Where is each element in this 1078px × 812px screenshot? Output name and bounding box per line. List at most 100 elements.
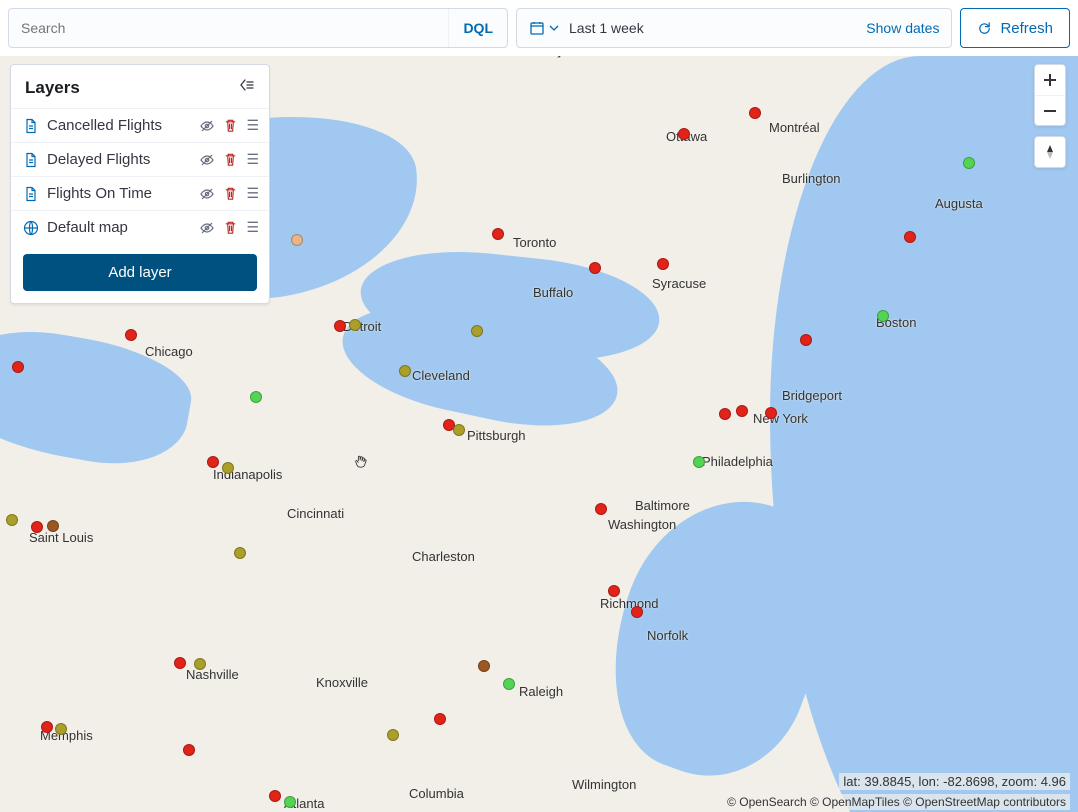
flight-marker[interactable] — [595, 503, 607, 515]
flight-marker[interactable] — [6, 514, 18, 526]
top-bar: DQL Last 1 week Show dates Refresh — [8, 8, 1070, 48]
flight-marker[interactable] — [234, 547, 246, 559]
visibility-toggle-icon[interactable] — [199, 186, 215, 202]
city-label: Nashville — [186, 667, 239, 682]
flight-marker[interactable] — [55, 723, 67, 735]
drag-handle-icon[interactable]: ☰ — [246, 185, 257, 202]
flight-marker[interactable] — [31, 521, 43, 533]
layer-name[interactable]: Delayed Flights — [47, 151, 191, 168]
date-range-picker[interactable]: Last 1 week Show dates — [516, 8, 952, 48]
flight-marker[interactable] — [749, 107, 761, 119]
flight-marker[interactable] — [589, 262, 601, 274]
delete-layer-icon[interactable] — [223, 186, 238, 201]
visibility-toggle-icon[interactable] — [199, 220, 215, 236]
flight-marker[interactable] — [47, 520, 59, 532]
delete-layer-icon[interactable] — [223, 118, 238, 133]
delete-layer-icon[interactable] — [223, 220, 238, 235]
flight-marker[interactable] — [291, 234, 303, 246]
flight-marker[interactable] — [678, 128, 690, 140]
flight-marker[interactable] — [222, 462, 234, 474]
dql-button[interactable]: DQL — [448, 9, 507, 47]
city-label: Raleigh — [519, 684, 563, 699]
layer-actions: ☰ — [199, 151, 257, 168]
zoom-in-button[interactable] — [1035, 65, 1065, 95]
flight-marker[interactable] — [693, 456, 705, 468]
flight-marker[interactable] — [284, 796, 296, 808]
layer-name[interactable]: Cancelled Flights — [47, 117, 191, 134]
flight-marker[interactable] — [183, 744, 195, 756]
collapse-panel-button[interactable] — [239, 77, 255, 98]
drag-handle-icon[interactable]: ☰ — [246, 219, 257, 236]
flight-marker[interactable] — [492, 228, 504, 240]
flight-marker[interactable] — [12, 361, 24, 373]
layers-panel-header: Layers — [11, 65, 269, 108]
flight-marker[interactable] — [503, 678, 515, 690]
city-label: Syracuse — [652, 276, 706, 291]
flight-marker[interactable] — [478, 660, 490, 672]
city-label: Baltimore — [635, 498, 690, 513]
flight-marker[interactable] — [800, 334, 812, 346]
chevron-down-icon — [549, 23, 559, 33]
flight-marker[interactable] — [963, 157, 975, 169]
zoom-out-button[interactable] — [1035, 95, 1065, 125]
flight-marker[interactable] — [194, 658, 206, 670]
flight-marker[interactable] — [125, 329, 137, 341]
flight-marker[interactable] — [334, 320, 346, 332]
flight-marker[interactable] — [250, 391, 262, 403]
flight-marker[interactable] — [736, 405, 748, 417]
city-label: Charleston — [412, 549, 475, 564]
search-input[interactable] — [9, 9, 448, 47]
city-label: Toronto — [513, 235, 556, 250]
app-root: DQL Last 1 week Show dates Refresh Sault… — [0, 0, 1078, 812]
flight-marker[interactable] — [434, 713, 446, 725]
show-dates-link[interactable]: Show dates — [866, 20, 939, 36]
add-layer-button[interactable]: Add layer — [23, 254, 257, 291]
flight-marker[interactable] — [207, 456, 219, 468]
layer-name[interactable]: Flights On Time — [47, 185, 191, 202]
city-label: Montréal — [769, 120, 820, 135]
visibility-toggle-icon[interactable] — [199, 118, 215, 134]
refresh-label: Refresh — [1000, 20, 1053, 37]
flight-marker[interactable] — [41, 721, 53, 733]
document-icon — [23, 152, 39, 168]
layer-row: Delayed Flights ☰ — [11, 142, 269, 176]
flight-marker[interactable] — [657, 258, 669, 270]
refresh-icon — [977, 21, 992, 36]
flight-marker[interactable] — [719, 408, 731, 420]
flight-marker[interactable] — [349, 319, 361, 331]
delete-layer-icon[interactable] — [223, 152, 238, 167]
city-label: Wilmington — [572, 777, 636, 792]
flight-marker[interactable] — [631, 606, 643, 618]
drag-handle-icon[interactable]: ☰ — [246, 151, 257, 168]
flight-marker[interactable] — [904, 231, 916, 243]
layers-panel-title: Layers — [25, 78, 80, 98]
search-group: DQL — [8, 8, 508, 48]
drag-handle-icon[interactable]: ☰ — [246, 117, 257, 134]
flight-marker[interactable] — [765, 407, 777, 419]
layer-actions: ☰ — [199, 219, 257, 236]
city-label: Chicago — [145, 344, 193, 359]
city-label: North Bay — [506, 56, 564, 58]
flight-marker[interactable] — [453, 424, 465, 436]
document-icon — [23, 118, 39, 134]
compass-button[interactable] — [1035, 137, 1065, 167]
minus-icon — [1043, 104, 1057, 118]
city-label: Columbia — [409, 786, 464, 801]
flight-marker[interactable] — [399, 365, 411, 377]
flight-marker[interactable] — [471, 325, 483, 337]
globe-icon — [23, 220, 39, 236]
flight-marker[interactable] — [269, 790, 281, 802]
layers-panel: Layers Cancelled Flights☰Delayed Flights… — [10, 64, 270, 304]
plus-icon — [1043, 73, 1057, 87]
document-icon — [23, 186, 39, 202]
flight-marker[interactable] — [877, 310, 889, 322]
flight-marker[interactable] — [608, 585, 620, 597]
flight-marker[interactable] — [387, 729, 399, 741]
layer-name[interactable]: Default map — [47, 219, 191, 236]
compass-icon — [1042, 144, 1058, 160]
flight-marker[interactable] — [174, 657, 186, 669]
refresh-button[interactable]: Refresh — [960, 8, 1070, 48]
visibility-toggle-icon[interactable] — [199, 152, 215, 168]
map-attribution: © OpenSearch © OpenMapTiles © OpenStreet… — [723, 794, 1070, 810]
layer-row: Flights On Time ☰ — [11, 176, 269, 210]
